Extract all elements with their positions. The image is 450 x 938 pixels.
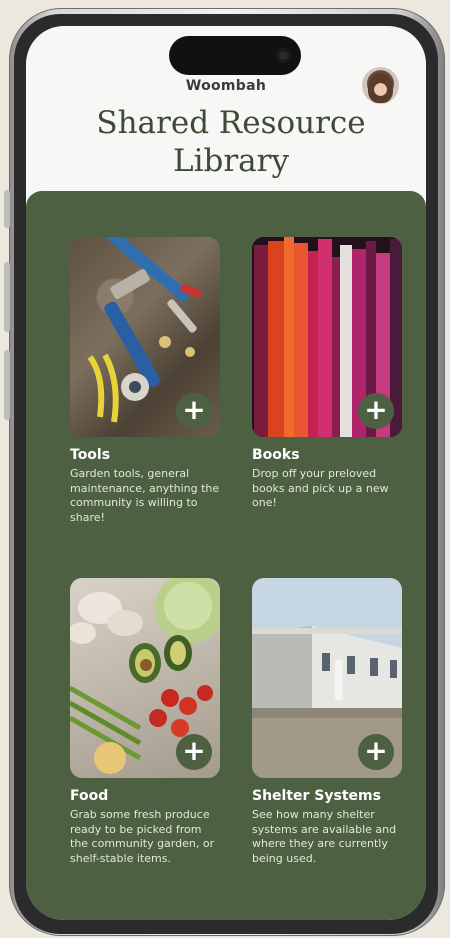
resource-card-food[interactable]: + Food Grab some fresh produce ready to … [70, 578, 220, 866]
resource-card-tools[interactable]: + Tools Garden tools, general maintenanc… [70, 237, 220, 525]
tools-image: + [70, 237, 220, 437]
profile-photo [368, 73, 393, 103]
phone-side-button [4, 262, 10, 332]
shelter-image: + [252, 578, 402, 778]
phone-side-button [4, 190, 10, 228]
add-shelter-button[interactable]: + [358, 734, 394, 770]
avatar[interactable] [362, 67, 399, 104]
card-title: Books [252, 447, 300, 463]
dynamic-island [169, 36, 301, 75]
page-title: Shared Resource Library [66, 104, 396, 180]
resource-card-shelter[interactable]: + Shelter Systems See how many shelter s… [252, 578, 402, 866]
page-title-line: Shared Resource [96, 105, 366, 141]
camera-icon [276, 48, 291, 63]
resource-panel: + Tools Garden tools, general maintenanc… [26, 191, 426, 920]
card-title: Shelter Systems [252, 788, 381, 804]
card-title: Food [70, 788, 109, 804]
card-description: See how many shelter systems are availab… [252, 808, 397, 865]
phone-side-button [4, 350, 10, 420]
add-food-button[interactable]: + [176, 734, 212, 770]
card-description: Garden tools, general maintenance, anyth… [70, 467, 220, 524]
card-description: Drop off your preloved books and pick up… [252, 467, 389, 509]
food-image: + [70, 578, 220, 778]
add-books-button[interactable]: + [358, 393, 394, 429]
page-title-line: Library [173, 143, 289, 179]
card-description: Grab some fresh produce ready to be pick… [70, 808, 215, 865]
resource-card-books[interactable]: + Books Drop off your preloved books and… [252, 237, 402, 511]
add-tools-button[interactable]: + [176, 393, 212, 429]
card-title: Tools [70, 447, 111, 463]
books-image: + [252, 237, 402, 437]
app-screen: Woombah Shared Resource Library + Tools … [26, 26, 426, 920]
